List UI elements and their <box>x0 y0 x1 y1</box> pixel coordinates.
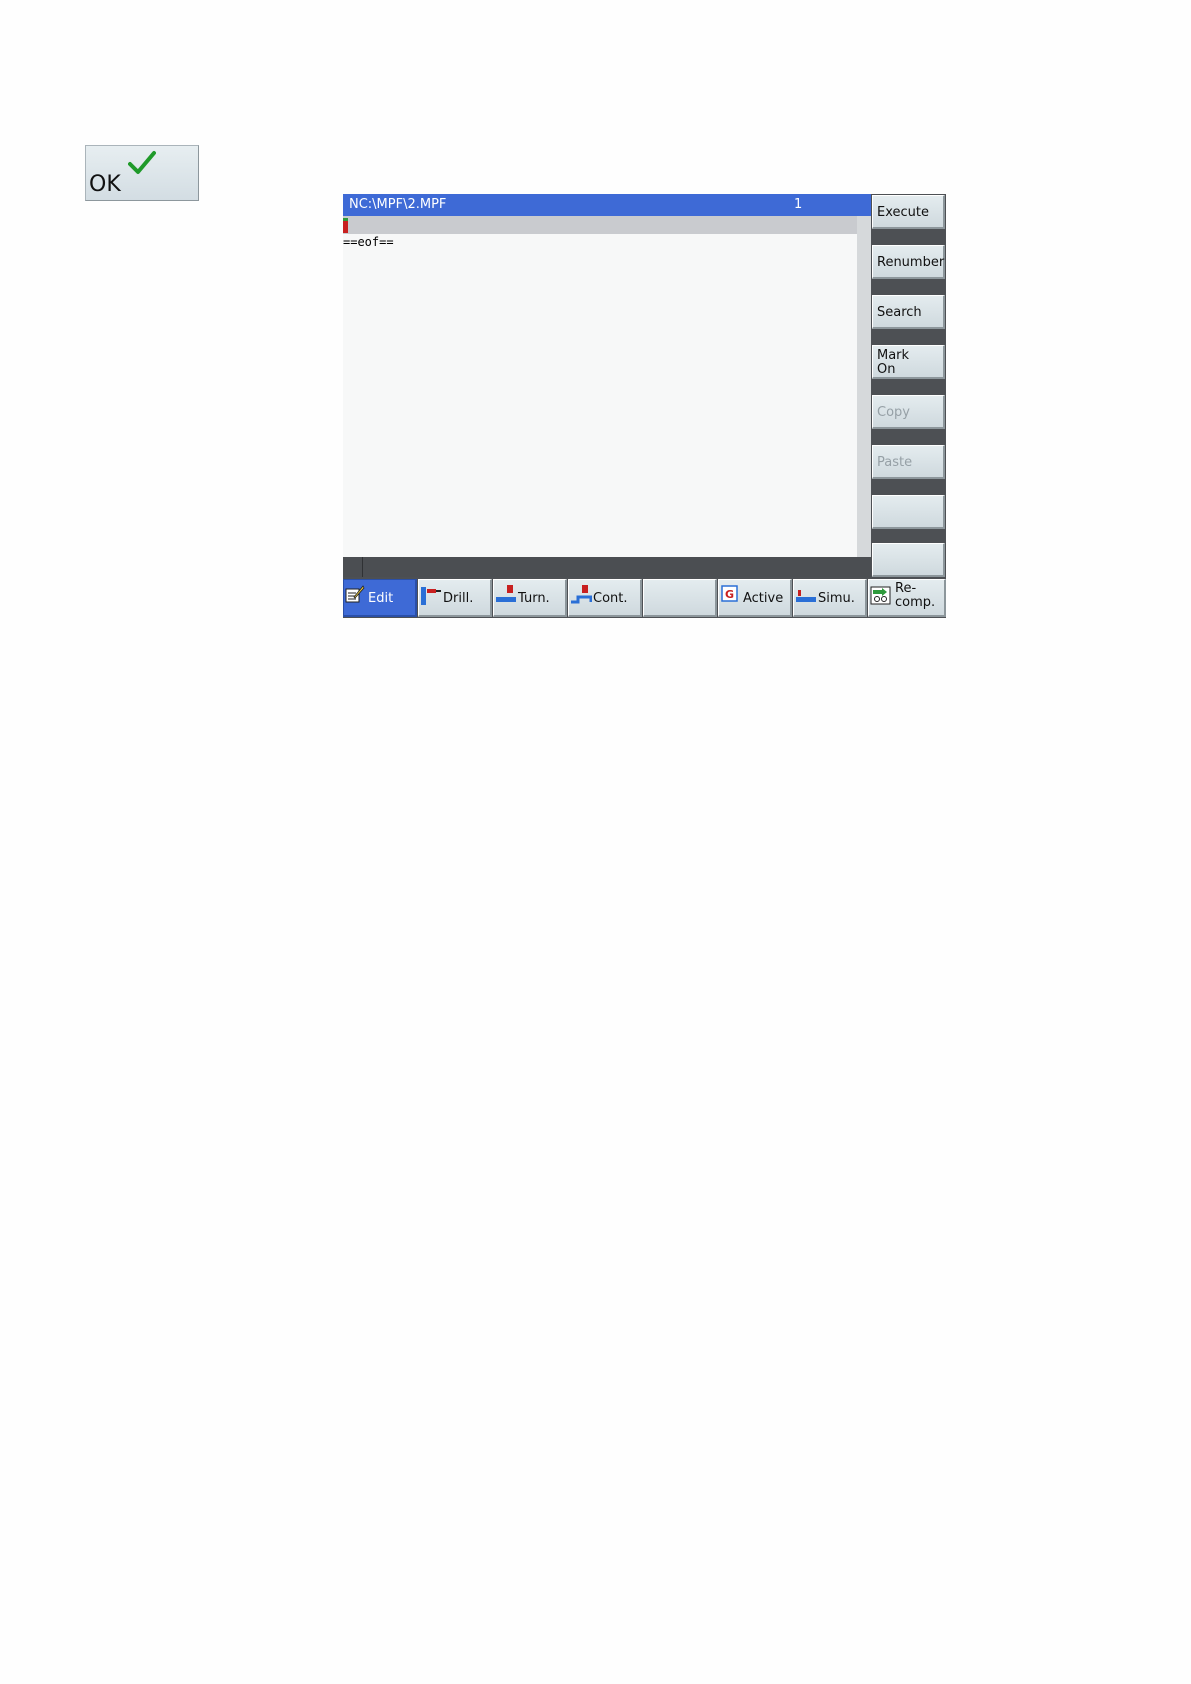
softkey-label: Edit <box>368 591 394 606</box>
line-number: 1 <box>794 197 803 212</box>
softkey-label: Drill. <box>443 591 474 606</box>
file-path: NC:\MPF\2.MPF <box>349 197 447 212</box>
title-bar: NC:\MPF\2.MPF 1 <box>343 194 871 216</box>
softkey-label: Search <box>877 305 922 320</box>
softkey-label: Renumber <box>877 255 945 270</box>
contour-icon <box>571 585 592 604</box>
softkey-simulation[interactable]: Simu. <box>793 579 867 617</box>
softkey-active[interactable]: G Active <box>718 579 792 617</box>
softkey-label-2: On <box>877 362 896 377</box>
scrollbar[interactable] <box>857 216 871 557</box>
svg-text:G: G <box>725 588 734 601</box>
turn-icon <box>496 585 516 602</box>
ok-button[interactable]: OK <box>85 145 199 201</box>
text-cursor <box>343 218 348 233</box>
editor-area[interactable]: ==eof== <box>343 216 857 557</box>
eof-marker: ==eof== <box>343 235 394 249</box>
softkey-drill[interactable]: Drill. <box>418 579 492 617</box>
softkey-empty-7[interactable] <box>872 495 945 529</box>
drill-icon <box>421 587 441 605</box>
softkey-label: Mark <box>877 348 910 363</box>
softkey-label: Execute <box>877 205 929 220</box>
ok-label: OK <box>89 172 121 197</box>
softkey-empty[interactable] <box>643 579 717 617</box>
recompile-icon <box>870 586 891 605</box>
softkey-renumber[interactable]: Renumber <box>872 245 945 279</box>
softkey-turn[interactable]: Turn. <box>493 579 567 617</box>
softkey-copy[interactable]: Copy <box>872 395 945 429</box>
softkey-edit[interactable]: Edit <box>343 579 417 617</box>
softkey-label: Paste <box>877 455 913 470</box>
current-line[interactable] <box>343 216 857 234</box>
softkey-label: Re- comp. <box>895 581 936 610</box>
softkey-paste[interactable]: Paste <box>872 445 945 479</box>
softkey-contour[interactable]: Cont. <box>568 579 642 617</box>
program-editor-screen: NC:\MPF\2.MPF 1 ==eof== Execute Renumber… <box>343 194 946 618</box>
softkey-search[interactable]: Search <box>872 295 945 329</box>
g-code-icon: G <box>721 585 738 602</box>
softkey-recompile[interactable]: Re- comp. <box>868 579 946 617</box>
edit-icon <box>345 585 365 603</box>
softkey-execute[interactable]: Execute <box>872 195 945 229</box>
status-divider <box>362 557 363 577</box>
softkey-label: Simu. <box>818 591 855 606</box>
status-bar <box>343 557 871 577</box>
softkey-mark-on[interactable]: Mark On <box>872 345 945 379</box>
softkey-empty-8[interactable] <box>872 543 945 577</box>
simulation-icon <box>796 590 816 602</box>
softkey-label: Turn. <box>518 591 550 606</box>
softkey-label: Active <box>743 591 784 606</box>
softkey-label: Cont. <box>593 591 628 606</box>
checkmark-icon <box>128 151 156 174</box>
softkey-label: Copy <box>877 405 910 420</box>
